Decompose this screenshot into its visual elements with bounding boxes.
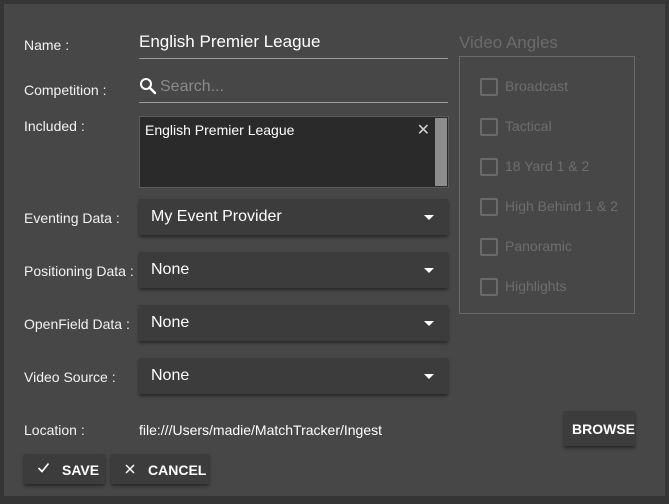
browse-button-label: BROWSE [572, 421, 635, 437]
openfield-data-value: None [151, 314, 190, 331]
cancel-button-label: CANCEL [148, 462, 207, 478]
eventing-data-value: My Event Provider [151, 208, 282, 225]
name-label: Name : [24, 37, 70, 53]
dropdown-arrow-icon [424, 321, 434, 326]
video-source-value: None [151, 367, 190, 384]
positioning-data-select[interactable]: None [139, 252, 448, 288]
checkbox-icon [480, 278, 498, 296]
remove-included-icon[interactable]: ✕ [417, 120, 430, 140]
video-angles-panel: Broadcast Tactical 18 Yard 1 & 2 High Be… [459, 56, 635, 314]
openfield-data-select[interactable]: None [139, 305, 448, 341]
positioning-data-label: Positioning Data : [24, 263, 134, 279]
eventing-data-label: Eventing Data : [24, 210, 120, 226]
openfield-data-label: OpenField Data : [24, 316, 130, 332]
name-value[interactable]: English Premier League [139, 32, 320, 52]
video-angle-label: 18 Yard 1 & 2 [505, 158, 590, 174]
included-scrollbar[interactable] [435, 118, 447, 186]
cancel-button[interactable]: CANCEL [111, 454, 209, 484]
video-source-label: Video Source : [24, 369, 116, 385]
video-angle-label: Broadcast [505, 78, 569, 94]
browse-button[interactable]: BROWSE [564, 411, 635, 446]
included-label: Included : [24, 118, 85, 134]
competition-search-input[interactable] [158, 74, 442, 100]
competition-search-field[interactable] [139, 70, 448, 103]
location-value: file:///Users/madie/MatchTracker/Ingest [139, 422, 383, 438]
video-angle-label: Tactical [505, 118, 552, 134]
search-icon [140, 78, 157, 95]
location-label: Location : [24, 422, 85, 438]
name-field[interactable]: English Premier League [139, 26, 448, 59]
video-angles-title: Video Angles [459, 33, 558, 52]
save-button-label: SAVE [62, 462, 100, 478]
positioning-data-value: None [151, 261, 190, 278]
check-icon [37, 461, 50, 477]
checkbox-icon [480, 118, 498, 136]
checkbox-icon [480, 238, 498, 256]
save-button[interactable]: SAVE [24, 454, 105, 484]
included-list[interactable]: English Premier League ✕ [139, 116, 449, 188]
dropdown-arrow-icon [424, 215, 434, 220]
ingest-settings-dialog: Name : English Premier League Competitio… [4, 4, 665, 496]
checkbox-icon [480, 198, 498, 216]
video-angle-label: Highlights [505, 278, 567, 294]
checkbox-icon [480, 78, 498, 96]
close-icon [124, 462, 136, 478]
video-angle-label: High Behind 1 & 2 [505, 198, 618, 214]
dropdown-arrow-icon [424, 374, 434, 379]
competition-label: Competition : [24, 82, 107, 98]
eventing-data-select[interactable]: My Event Provider [139, 199, 448, 235]
checkbox-icon [480, 158, 498, 176]
dropdown-arrow-icon [424, 268, 434, 273]
video-angle-label: Panoramic [505, 238, 572, 254]
included-item: English Premier League [145, 122, 295, 138]
video-source-select[interactable]: None [139, 358, 448, 394]
